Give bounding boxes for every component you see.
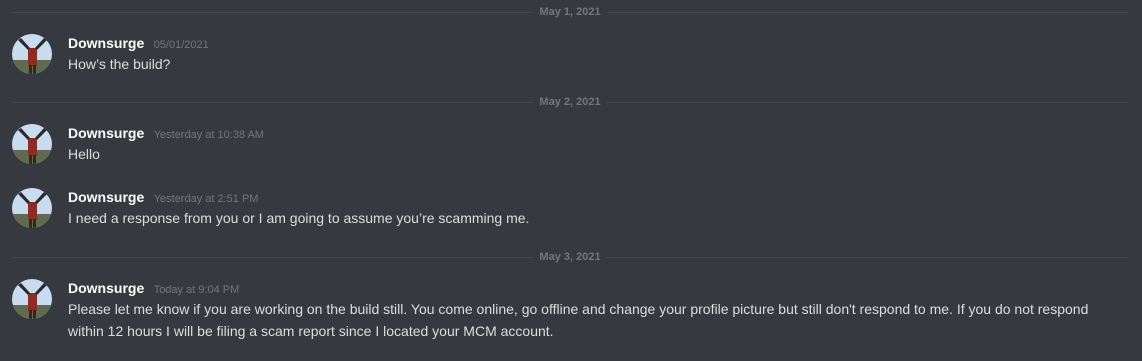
username[interactable]: Downsurge [68,35,144,51]
username[interactable]: Downsurge [68,125,144,141]
avatar[interactable] [12,124,52,164]
date-divider: May 1, 2021 [12,5,1128,19]
message-header: Downsurge 05/01/2021 [68,34,209,54]
timestamp[interactable]: 05/01/2021 [154,39,209,51]
message-content: Hello [68,146,100,162]
red-figure-sky-avatar-icon [12,279,52,319]
date-divider-label: May 1, 2021 [533,5,607,19]
red-figure-sky-avatar-icon [12,34,52,74]
red-figure-sky-avatar-icon [12,124,52,164]
message-list: May 1, 2021 Downsurge 05/01/2021 How’s t… [0,0,1142,361]
message-header: Downsurge Yesterday at 2:51 PM [68,188,258,208]
message-content: Please let me know if you are working on… [68,301,1089,339]
message-content: How’s the build? [68,56,171,72]
username[interactable]: Downsurge [68,280,144,296]
date-divider-label: May 3, 2021 [533,250,607,264]
date-divider: May 3, 2021 [12,250,1128,264]
message-content: I need a response from you or I am going… [68,210,530,226]
message-header: Downsurge Yesterday at 10:38 AM [68,124,264,144]
date-divider: May 2, 2021 [12,95,1128,109]
avatar[interactable] [12,188,52,228]
timestamp[interactable]: Yesterday at 10:38 AM [154,129,264,141]
date-divider-label: May 2, 2021 [533,95,607,109]
avatar[interactable] [12,279,52,319]
message-header: Downsurge Today at 9:04 PM [68,279,239,299]
avatar[interactable] [12,34,52,74]
timestamp[interactable]: Yesterday at 2:51 PM [154,193,259,205]
username[interactable]: Downsurge [68,189,144,205]
red-figure-sky-avatar-icon [12,188,52,228]
timestamp[interactable]: Today at 9:04 PM [154,284,240,296]
